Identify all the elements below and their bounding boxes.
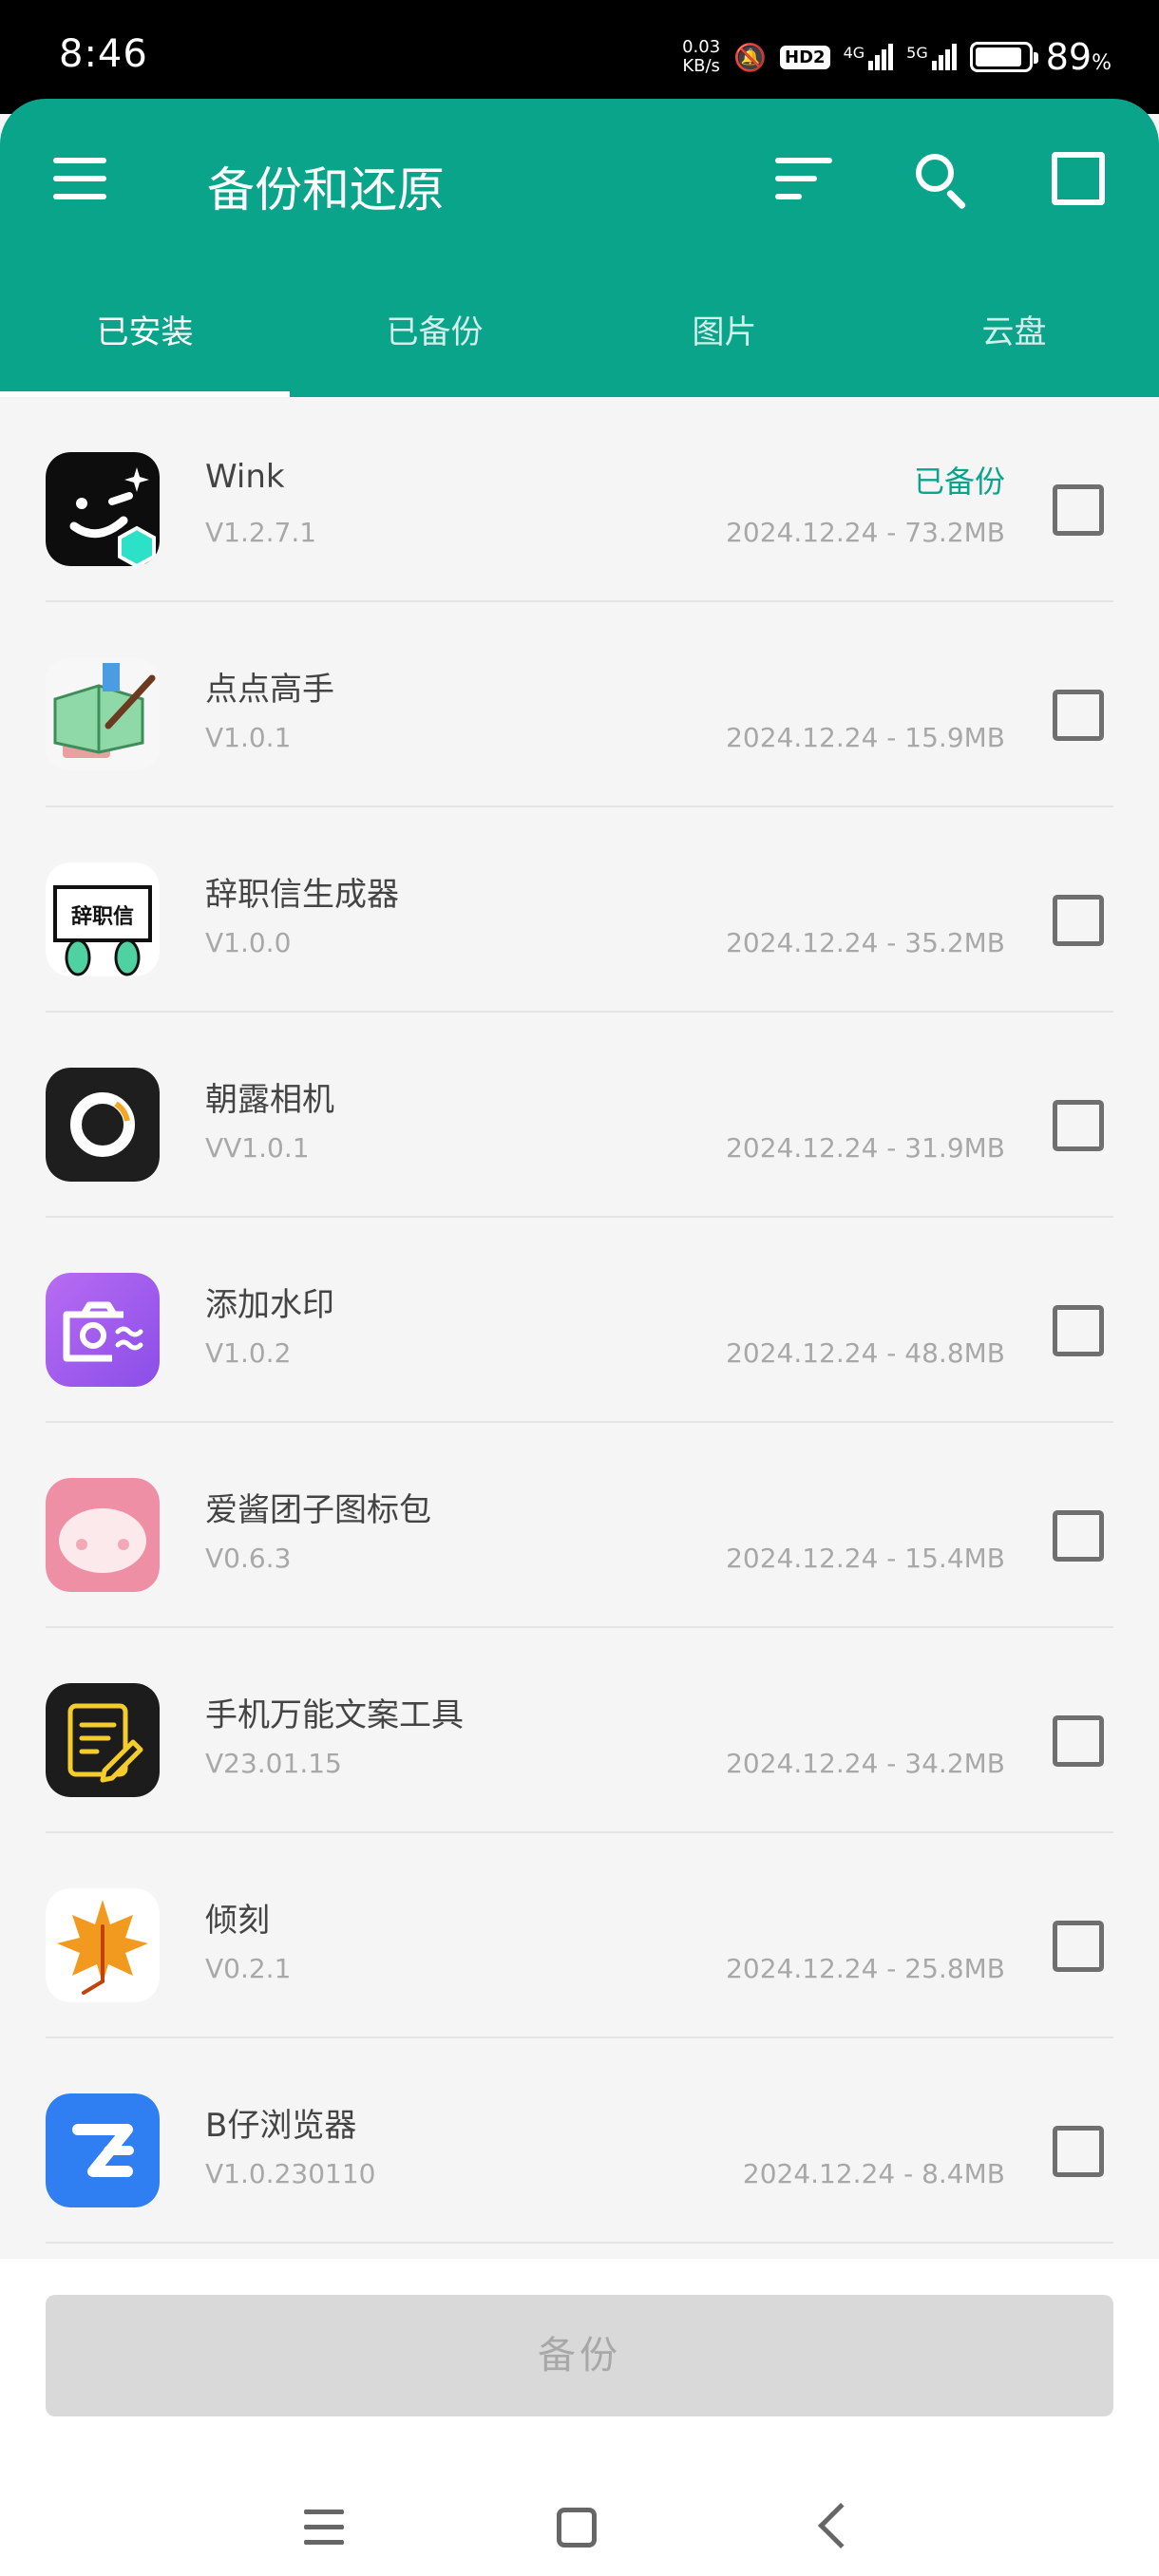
list-item[interactable]: B仔浏览器 V1.0.230110 2024.12.24 - 8.4MB	[46, 2038, 1113, 2244]
hd-icon: HD2	[780, 45, 830, 69]
app-name: Wink	[205, 458, 285, 496]
home-icon[interactable]	[557, 2508, 597, 2548]
dango-app-icon	[46, 1478, 160, 1592]
list-item[interactable]: 朝露相机 VV1.0.1 2024.12.24 - 31.9MB	[46, 1013, 1113, 1218]
app-date-size: 2024.12.24 - 73.2MB	[726, 517, 1005, 548]
tab-bar: 已安装 已备份 图片 云盘	[0, 287, 1159, 397]
tab-installed[interactable]: 已安装	[0, 287, 290, 397]
signal-5g-icon: 5G	[906, 44, 957, 70]
watermark-camera-app-icon	[46, 1273, 160, 1387]
recent-apps-icon[interactable]	[304, 2510, 344, 2549]
row-checkbox[interactable]	[1053, 1100, 1104, 1151]
app-version: V1.0.2	[205, 1337, 292, 1369]
app-header: 备份和还原 已安装 已备份 图片 云盘	[0, 99, 1159, 397]
app-name: 爱酱团子图标包	[205, 1491, 431, 1529]
tab-backed-up[interactable]: 已备份	[290, 287, 580, 397]
row-checkbox[interactable]	[1053, 895, 1104, 946]
bottom-panel: 备份	[0, 2259, 1159, 2576]
backup-button[interactable]: 备份	[46, 2295, 1113, 2416]
wink-app-icon	[46, 452, 160, 566]
app-version: VV1.0.1	[205, 1132, 310, 1164]
tab-cloud[interactable]: 云盘	[869, 287, 1159, 397]
select-all-checkbox[interactable]	[1052, 152, 1105, 205]
app-version: V1.0.230110	[205, 2158, 376, 2189]
app-date-size: 2024.12.24 - 35.2MB	[726, 927, 1005, 958]
book-app-icon	[46, 657, 160, 771]
app-date-size: 2024.12.24 - 8.4MB	[742, 2158, 1005, 2189]
tab-images[interactable]: 图片	[580, 287, 869, 397]
status-bar: 8:46 0.03 KB/s 🔕 HD2 4G 5G 89%	[0, 0, 1159, 114]
signal-4g-icon: 4G	[844, 44, 894, 70]
camera-ring-app-icon	[46, 1068, 160, 1182]
list-item[interactable]: 添加水印 V1.0.2 2024.12.24 - 48.8MB	[46, 1218, 1113, 1423]
list-item[interactable]: 倾刻 V0.2.1 2024.12.24 - 25.8MB	[46, 1833, 1113, 2038]
mute-bell-icon: 🔕	[733, 41, 768, 73]
row-checkbox[interactable]	[1053, 690, 1104, 741]
app-date-size: 2024.12.24 - 15.4MB	[726, 1543, 1005, 1574]
system-nav-bar	[0, 2491, 1159, 2576]
app-date-size: 2024.12.24 - 34.2MB	[726, 1748, 1005, 1779]
maple-leaf-app-icon	[46, 1888, 160, 2002]
app-version: V1.0.1	[205, 722, 292, 753]
notepad-pen-app-icon	[46, 1683, 160, 1797]
app-list: Wink V1.2.7.1 已备份 2024.12.24 - 73.2MB 点点…	[0, 397, 1159, 2244]
list-item[interactable]: 爱酱团子图标包 V0.6.3 2024.12.24 - 15.4MB	[46, 1423, 1113, 1628]
sort-icon[interactable]	[775, 158, 832, 199]
app-name: 朝露相机	[205, 1081, 334, 1119]
menu-icon[interactable]	[53, 158, 106, 199]
network-speed: 0.03 KB/s	[682, 37, 721, 76]
app-name: 辞职信生成器	[205, 876, 399, 914]
row-checkbox[interactable]	[1053, 1510, 1104, 1562]
app-name: 倾刻	[205, 1902, 270, 1940]
list-item[interactable]: 辞职信 辞职信生成器 V1.0.0 2024.12.24 - 35.2MB	[46, 807, 1113, 1013]
list-item[interactable]: 点点高手 V1.0.1 2024.12.24 - 15.9MB	[46, 602, 1113, 807]
row-checkbox[interactable]	[1053, 484, 1104, 536]
row-checkbox[interactable]	[1053, 2126, 1104, 2177]
app-version: V0.6.3	[205, 1543, 292, 1574]
app-name: 点点高手	[205, 671, 334, 709]
status-icons: 0.03 KB/s 🔕 HD2 4G 5G 89%	[682, 34, 1112, 80]
clock: 8:46	[59, 32, 148, 76]
row-checkbox[interactable]	[1053, 1921, 1104, 1972]
app-version: V1.2.7.1	[205, 517, 317, 548]
app-icon-lettering: 辞职信	[71, 904, 134, 929]
app-date-size: 2024.12.24 - 15.9MB	[726, 722, 1005, 753]
app-version: V23.01.15	[205, 1748, 342, 1779]
app-version: V1.0.0	[205, 927, 292, 958]
app-date-size: 2024.12.24 - 25.8MB	[726, 1953, 1005, 1984]
b-browser-app-icon	[46, 2093, 160, 2207]
battery-percent: 89%	[1045, 36, 1112, 78]
resignation-letter-app-icon: 辞职信	[46, 862, 160, 976]
app-date-size: 2024.12.24 - 48.8MB	[726, 1337, 1005, 1369]
app-name: 手机万能文案工具	[205, 1696, 464, 1734]
list-item[interactable]: 手机万能文案工具 V23.01.15 2024.12.24 - 34.2MB	[46, 1628, 1113, 1833]
row-checkbox[interactable]	[1053, 1715, 1104, 1767]
row-checkbox[interactable]	[1053, 1305, 1104, 1356]
app-date-size: 2024.12.24 - 31.9MB	[726, 1132, 1005, 1164]
search-icon[interactable]	[914, 152, 971, 210]
backup-status-badge: 已备份	[913, 464, 1005, 500]
list-item[interactable]: Wink V1.2.7.1 已备份 2024.12.24 - 73.2MB	[46, 397, 1113, 602]
battery-icon	[969, 42, 1038, 72]
app-version: V0.2.1	[205, 1953, 292, 1984]
app-name: 添加水印	[205, 1286, 334, 1324]
page-title: 备份和还原	[207, 162, 445, 218]
back-icon[interactable]	[817, 2502, 864, 2549]
app-name: B仔浏览器	[205, 2107, 357, 2145]
